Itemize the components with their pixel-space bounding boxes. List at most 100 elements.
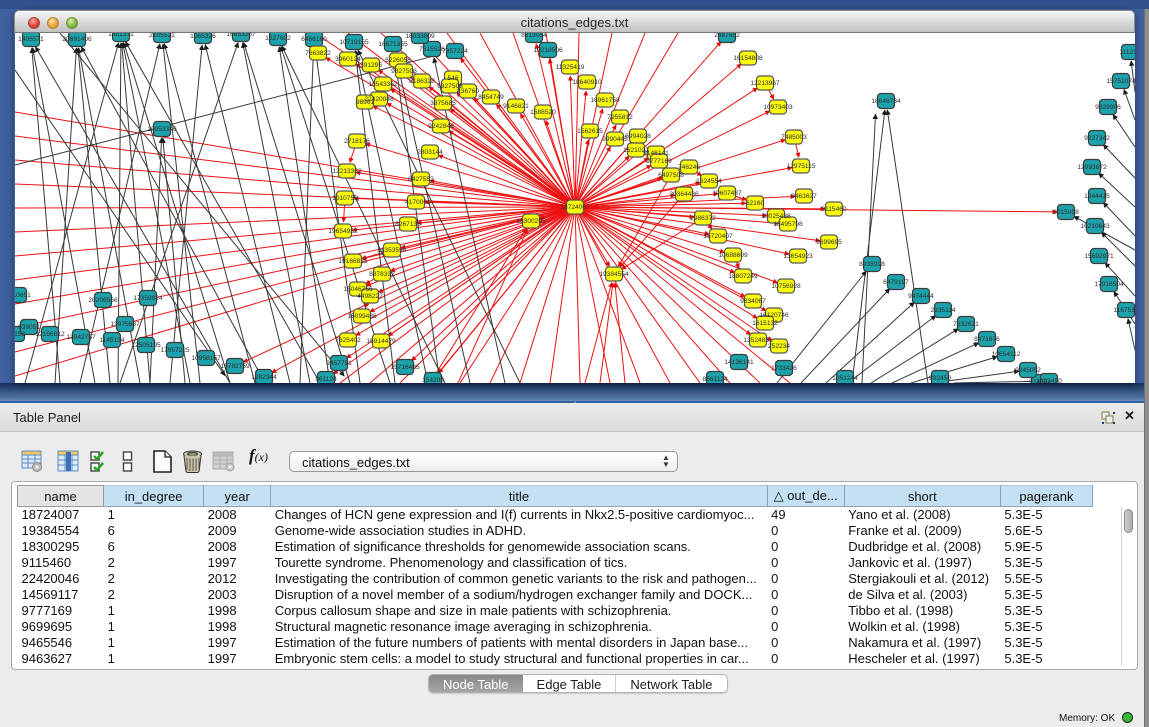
svg-text:12156812: 12156812	[35, 331, 65, 338]
svg-text:10756928: 10756928	[771, 283, 801, 290]
svg-text:1145194: 1145194	[99, 337, 125, 344]
svg-text:10654112: 10654112	[992, 351, 1021, 358]
svg-text:18640910: 18640910	[572, 79, 602, 86]
svg-text:6994028: 6994028	[625, 133, 651, 140]
svg-text:6466160: 6466160	[301, 36, 327, 43]
svg-text:1244415: 1244415	[1084, 193, 1110, 200]
svg-text:1010755: 1010755	[332, 195, 358, 202]
svg-text:8454749: 8454749	[478, 94, 504, 101]
svg-text:62160: 62160	[746, 200, 765, 207]
svg-text:9474444: 9474444	[908, 293, 934, 300]
svg-text:7857224: 7857224	[442, 48, 468, 55]
svg-text:19218506: 19218506	[533, 47, 563, 54]
svg-text:15751074: 15751074	[1106, 78, 1135, 85]
svg-text:8813054: 8813054	[521, 33, 547, 39]
svg-text:10688609: 10688609	[718, 252, 748, 259]
svg-text:1881371: 1881371	[108, 33, 134, 38]
svg-text:10958157: 10958157	[191, 355, 221, 362]
svg-text:9227342: 9227342	[1084, 135, 1110, 142]
svg-text:111213: 111213	[1119, 49, 1135, 56]
svg-text:1092450: 1092450	[1036, 378, 1062, 383]
svg-text:8186328: 8186328	[409, 78, 435, 85]
svg-text:9827506: 9827506	[391, 68, 417, 75]
svg-text:2986372: 2986372	[690, 215, 716, 222]
svg-text:391295: 391295	[360, 62, 382, 69]
svg-text:16120746: 16120746	[759, 312, 789, 319]
svg-text:1282344: 1282344	[251, 374, 277, 381]
svg-text:1733426: 1733426	[771, 365, 797, 372]
svg-text:17359924: 17359924	[133, 295, 163, 302]
svg-text:13975687: 13975687	[110, 321, 140, 328]
svg-text:16648784: 16648784	[871, 98, 901, 105]
svg-text:9699695: 9699695	[816, 239, 842, 246]
svg-text:9245052: 9245052	[1015, 367, 1041, 374]
svg-text:2935114: 2935114	[930, 307, 956, 314]
svg-text:7625402: 7625402	[335, 337, 361, 344]
svg-text:7955812: 7955812	[607, 114, 633, 121]
svg-text:17957225: 17957225	[160, 347, 190, 354]
svg-text:961124: 961124	[315, 376, 337, 383]
svg-text:18300295: 18300295	[516, 218, 546, 225]
svg-text:5226058: 5226058	[385, 57, 411, 64]
svg-text:1588520: 1588520	[530, 109, 556, 116]
svg-text:6479197: 6479197	[883, 279, 909, 286]
svg-text:1167534: 1167534	[1113, 307, 1135, 314]
svg-text:1562615: 1562615	[577, 128, 603, 135]
svg-text:8561124: 8561124	[702, 376, 728, 383]
svg-text:9457791: 9457791	[326, 360, 352, 367]
svg-text:15692971: 15692971	[1084, 253, 1114, 260]
svg-text:1527602: 1527602	[265, 35, 291, 42]
svg-text:4498222: 4498222	[357, 293, 383, 300]
svg-text:16154808: 16154808	[733, 55, 763, 62]
svg-text:10607487: 10607487	[712, 190, 742, 197]
svg-text:546: 546	[447, 75, 458, 82]
svg-text:6497508: 6497508	[658, 172, 684, 179]
svg-text:12505195: 12505195	[131, 342, 161, 349]
svg-text:16782759: 16782759	[220, 363, 250, 370]
svg-text:10973403: 10973403	[763, 104, 793, 111]
svg-text:20206556: 20206556	[88, 297, 118, 304]
svg-text:18495798: 18495798	[773, 221, 803, 228]
svg-text:15720407: 15720407	[703, 233, 733, 240]
svg-text:16853267: 16853267	[226, 33, 256, 38]
svg-text:1405571: 1405571	[18, 36, 44, 43]
svg-text:7663822: 7663822	[305, 50, 331, 57]
svg-text:39153: 39153	[15, 331, 25, 338]
svg-text:8427552: 8427552	[408, 176, 434, 183]
svg-text:20053346: 20053346	[147, 126, 177, 133]
svg-text:12093872: 12093872	[1077, 164, 1107, 171]
svg-text:8215958: 8215958	[1053, 209, 1079, 216]
svg-text:16914479: 16914479	[366, 338, 396, 345]
svg-text:417006: 417006	[405, 199, 427, 206]
svg-text:12213967: 12213967	[750, 80, 780, 87]
svg-text:8471676: 8471676	[974, 336, 1000, 343]
svg-text:8938928: 8938928	[859, 261, 885, 268]
svg-text:9115460: 9115460	[821, 206, 847, 213]
svg-text:2610651: 2610651	[15, 292, 31, 299]
svg-text:9463627: 9463627	[791, 193, 817, 200]
svg-text:12213382: 12213382	[332, 168, 362, 175]
svg-text:10719155: 10719155	[339, 39, 369, 46]
svg-text:20364436: 20364436	[669, 191, 699, 198]
svg-text:2803144: 2803144	[417, 149, 443, 156]
svg-text:19654932: 19654932	[328, 228, 358, 235]
svg-text:252234: 252234	[768, 343, 790, 350]
svg-text:9242848: 9242848	[428, 123, 454, 130]
svg-text:11353594: 11353594	[378, 247, 407, 254]
svg-text:16671355: 16671355	[378, 41, 408, 48]
svg-text:154209: 154209	[422, 377, 444, 383]
svg-text:10025488: 10025488	[761, 213, 791, 220]
svg-text:932450: 932450	[929, 375, 951, 382]
svg-text:16543362: 16543362	[368, 81, 398, 88]
svg-text:19166825: 19166825	[338, 258, 368, 265]
svg-text:9990445: 9990445	[602, 136, 628, 143]
svg-text:9146821: 9146821	[503, 103, 529, 110]
svg-text:16099486: 16099486	[347, 313, 377, 320]
svg-text:8267130: 8267130	[395, 221, 421, 228]
svg-text:8878332: 8878332	[369, 271, 395, 278]
svg-text:18807249: 18807249	[728, 273, 758, 280]
svg-text:9146141: 9146141	[643, 150, 669, 157]
svg-text:746246: 746246	[678, 164, 700, 171]
svg-text:17016504: 17016504	[1094, 281, 1124, 288]
svg-text:98961: 98961	[356, 99, 375, 106]
